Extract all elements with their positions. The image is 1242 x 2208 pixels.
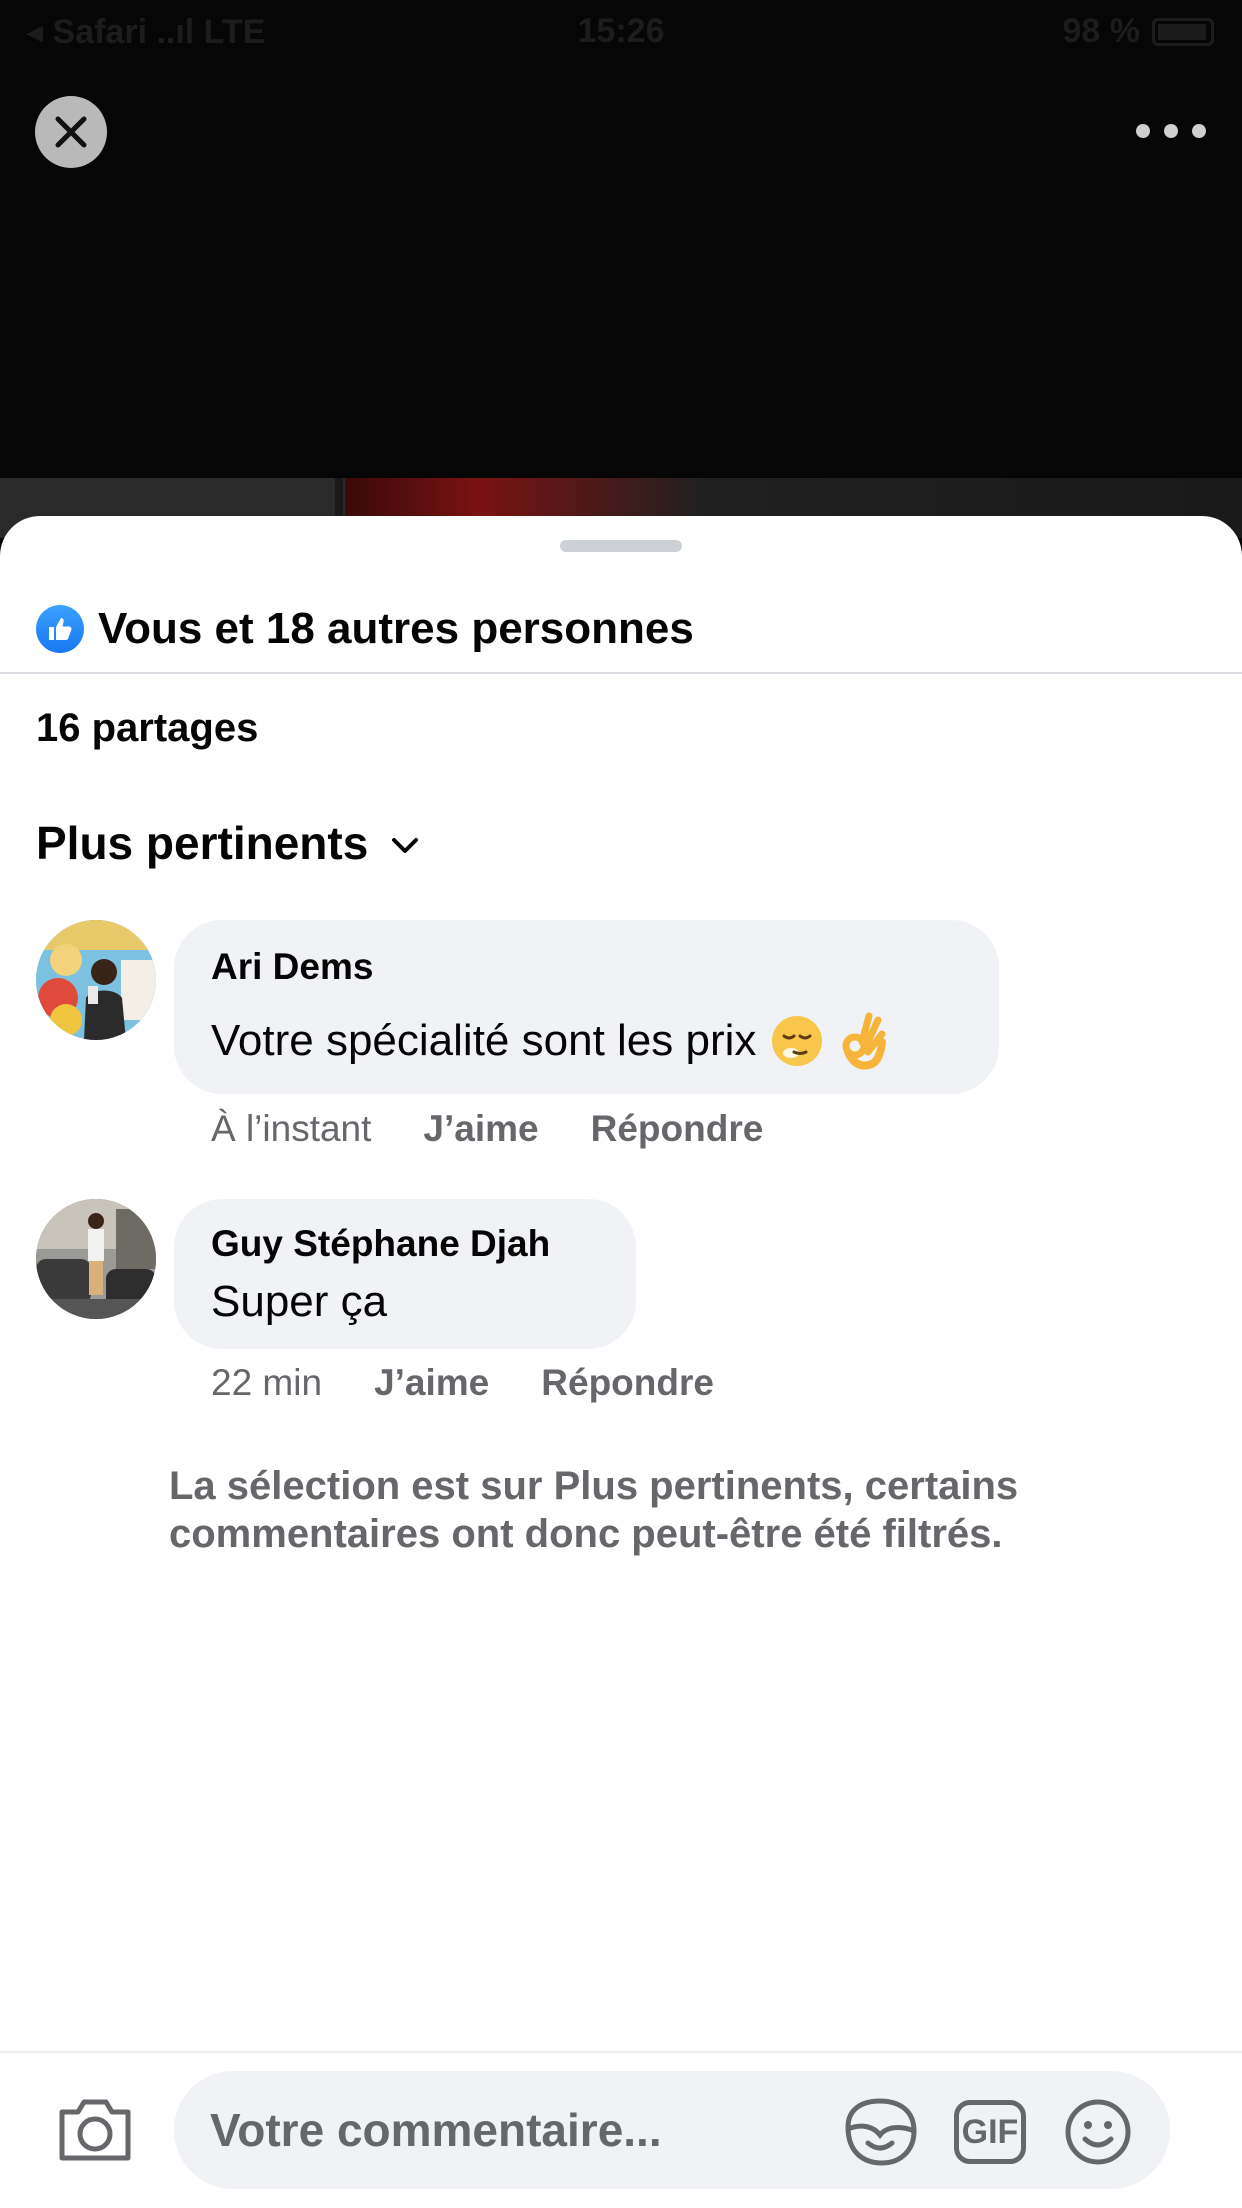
status-battery: 98 % [1062, 12, 1214, 51]
sticker-icon [845, 2098, 917, 2166]
sheet-grabber[interactable] [560, 540, 682, 552]
comment-bubble[interactable]: Ari Dems Votre spécialité sont les prix [174, 920, 999, 1094]
comment-input-container: GIF [174, 2071, 1170, 2189]
close-button[interactable] [35, 96, 107, 168]
composer-divider [0, 2051, 1242, 2053]
ok-hand-emoji-icon [842, 1012, 887, 1070]
comment-actions: À l’instant J’aime Répondre [211, 1108, 815, 1150]
comment-author[interactable]: Ari Dems [211, 946, 373, 988]
comment-actions: 22 min J’aime Répondre [211, 1362, 766, 1404]
status-time: 15:26 [577, 12, 665, 50]
emoji-button[interactable] [1060, 2097, 1136, 2167]
chevron-down-icon [392, 838, 419, 853]
reactions-summary[interactable]: Vous et 18 autres personnes [36, 586, 694, 672]
sort-dropdown[interactable]: Plus pertinents [36, 816, 420, 870]
filter-notice: La sélection est sur Plus pertinents, ce… [169, 1464, 1019, 1556]
like-comment-button[interactable]: J’aime [374, 1362, 489, 1404]
reactions-text: Vous et 18 autres personnes [98, 604, 694, 653]
comments-sheet: Vous et 18 autres personnes 16 partages … [0, 516, 1242, 2208]
comment-text: Super ça [211, 1277, 388, 1326]
battery-icon [1152, 17, 1214, 46]
battery-percent: 98 % [1062, 12, 1141, 50]
avatar[interactable] [36, 1199, 156, 1319]
close-icon [55, 116, 87, 148]
sort-label: Plus pertinents [36, 817, 369, 869]
reply-button[interactable]: Répondre [541, 1362, 714, 1404]
comment-bubble[interactable]: Guy Stéphane Djah Super ça [174, 1199, 636, 1349]
divider [0, 672, 1242, 674]
more-horizontal-icon [1136, 124, 1150, 138]
camera-icon [59, 2099, 131, 2161]
comment-text: Votre spécialité sont les prix [211, 1012, 888, 1070]
reply-button[interactable]: Répondre [591, 1108, 764, 1150]
like-thumb-icon [36, 605, 84, 653]
avatar[interactable] [36, 920, 156, 1040]
gif-button[interactable]: GIF [952, 2097, 1028, 2167]
comment-time: 22 min [211, 1362, 323, 1403]
gif-icon: GIF [954, 2100, 1026, 2164]
camera-button[interactable] [56, 2094, 134, 2164]
more-options-button[interactable] [1136, 116, 1206, 146]
status-bar: ◂ Safari ..ıl LTE 15:26 98 % [0, 0, 1242, 60]
emoji-icon [1065, 2099, 1131, 2165]
comment-input[interactable] [210, 2095, 810, 2165]
comment-time: À l’instant [211, 1108, 372, 1149]
like-comment-button[interactable]: J’aime [423, 1108, 538, 1150]
relieved-face-emoji-icon [772, 1016, 823, 1066]
shares-count[interactable]: 16 partages [36, 706, 258, 751]
sticker-button[interactable] [842, 2097, 918, 2167]
comment-author[interactable]: Guy Stéphane Djah [211, 1223, 550, 1265]
